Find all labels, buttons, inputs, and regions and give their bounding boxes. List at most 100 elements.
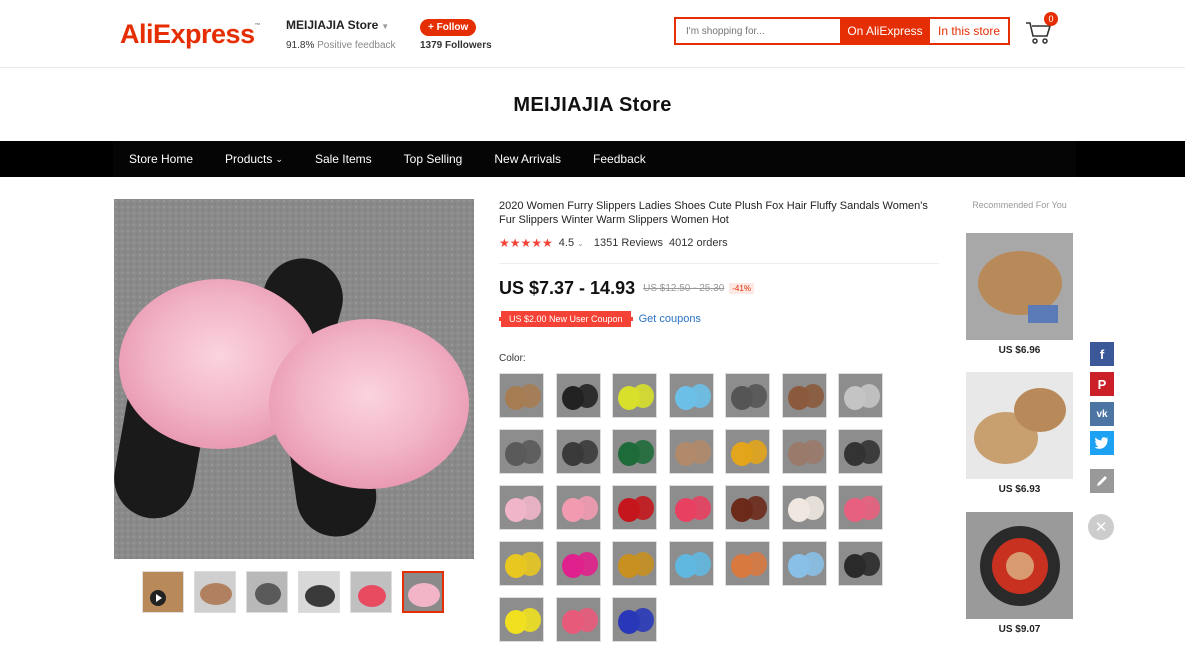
logo-tm: ™ xyxy=(254,23,261,29)
color-swatch[interactable] xyxy=(555,429,601,474)
color-swatch[interactable] xyxy=(668,485,714,530)
feedback-percent: 91.8% xyxy=(286,40,315,51)
color-swatch[interactable] xyxy=(555,373,601,418)
color-swatch[interactable] xyxy=(612,541,657,586)
color-swatch[interactable] xyxy=(838,373,883,418)
coupon-row: US $2.00 New User Coupon Get coupons xyxy=(499,311,939,327)
discount-badge: -41% xyxy=(729,283,754,294)
cart-count-badge: 0 xyxy=(1044,12,1058,26)
play-icon xyxy=(143,572,183,612)
thumbnail-6-selected[interactable] xyxy=(402,571,444,613)
thumbnail-3[interactable] xyxy=(246,571,288,613)
color-swatch[interactable] xyxy=(555,541,601,586)
thumbnail-4[interactable] xyxy=(298,571,340,613)
nav-label: New Arrivals xyxy=(494,152,562,166)
color-swatch[interactable] xyxy=(781,541,827,586)
store-banner: MEIJIAJIA Store xyxy=(0,69,1185,141)
nav-top-selling[interactable]: Top Selling xyxy=(388,141,479,177)
color-swatch[interactable] xyxy=(555,597,601,642)
recommended-image[interactable] xyxy=(966,233,1073,340)
store-feedback: 91.8% Positive feedback xyxy=(286,40,396,51)
original-price: US $12.50 - 25.30 xyxy=(643,283,725,294)
get-coupons-link[interactable]: Get coupons xyxy=(639,313,701,325)
search-input[interactable] xyxy=(676,19,840,43)
followers-count: 1379 Followers xyxy=(420,40,492,51)
thumbnail-5[interactable] xyxy=(350,571,392,613)
color-swatch[interactable] xyxy=(781,373,827,418)
color-swatch[interactable] xyxy=(725,373,770,418)
recommended-item[interactable]: US $6.93 xyxy=(966,372,1073,495)
color-swatch[interactable] xyxy=(668,429,714,474)
color-swatch[interactable] xyxy=(668,541,714,586)
vk-icon: vk xyxy=(1096,408,1108,420)
follow-button[interactable]: + Follow xyxy=(420,19,477,36)
chevron-down-icon: ⌄ xyxy=(577,239,584,248)
store-name: MEIJIAJIA Store xyxy=(286,18,379,32)
color-swatch[interactable] xyxy=(612,597,657,642)
color-swatch[interactable] xyxy=(725,429,770,474)
star-rating-icon: ★★★★★ xyxy=(499,236,553,250)
reviews-count[interactable]: 1351 Reviews xyxy=(594,237,663,249)
product-title: 2020 Women Furry Slippers Ladies Shoes C… xyxy=(499,200,928,226)
nav-products[interactable]: Products ⌄ xyxy=(209,141,299,177)
color-swatch[interactable] xyxy=(838,485,883,530)
nav-label: Store Home xyxy=(129,152,194,166)
color-swatch[interactable] xyxy=(555,485,601,530)
nav-label: Feedback xyxy=(593,152,646,166)
nav-label: Top Selling xyxy=(403,152,463,166)
color-swatch[interactable] xyxy=(725,485,770,530)
color-swatch[interactable] xyxy=(612,429,657,474)
color-swatch[interactable] xyxy=(499,485,544,530)
orders-count: 4012 orders xyxy=(668,237,728,249)
color-swatch[interactable] xyxy=(838,429,883,474)
color-swatch[interactable] xyxy=(612,485,657,530)
nav-feedback[interactable]: Feedback xyxy=(577,141,662,177)
thumbnail-video[interactable] xyxy=(142,571,184,613)
color-swatch[interactable] xyxy=(781,429,827,474)
store-nav-inner: Store Home Products ⌄ Sale Items Top Sell… xyxy=(113,141,1076,177)
aliexpress-logo[interactable]: AliExpress™ xyxy=(120,19,261,50)
nav-new-arrivals[interactable]: New Arrivals xyxy=(478,141,577,177)
cart-button[interactable]: 0 xyxy=(1024,12,1058,46)
color-swatch[interactable] xyxy=(612,373,657,418)
nav-label: Products xyxy=(225,152,273,166)
twitter-icon xyxy=(1094,437,1109,449)
pinterest-icon: P xyxy=(1097,376,1107,392)
search-store-button[interactable]: In this store xyxy=(930,19,1008,43)
color-swatch[interactable] xyxy=(668,373,714,418)
close-icon[interactable]: ✕ xyxy=(1088,514,1114,540)
store-name-link[interactable]: MEIJIAJIA Store ▼ xyxy=(286,18,396,32)
top-header: AliExpress™ MEIJIAJIA Store ▼ 91.8% Posit… xyxy=(0,0,1185,68)
search-box: On AliExpress In this store xyxy=(674,17,1010,45)
nav-store-home[interactable]: Store Home xyxy=(113,141,209,177)
recommended-item[interactable]: US $6.96 xyxy=(966,233,1073,356)
rating-value[interactable]: 4.5 ⌄ xyxy=(559,237,584,249)
vk-share-button[interactable]: vk xyxy=(1090,402,1114,426)
logo-text-express: Express xyxy=(153,19,255,49)
thumbnail-2[interactable] xyxy=(194,571,236,613)
recommended-image[interactable] xyxy=(966,512,1073,619)
edit-button[interactable] xyxy=(1090,469,1114,493)
color-swatch[interactable] xyxy=(499,597,544,642)
twitter-share-button[interactable] xyxy=(1090,431,1114,455)
search-aliexpress-button[interactable]: On AliExpress xyxy=(840,19,930,43)
new-user-coupon[interactable]: US $2.00 New User Coupon xyxy=(499,311,633,327)
facebook-share-button[interactable]: f xyxy=(1090,342,1114,366)
color-swatch[interactable] xyxy=(499,429,544,474)
recommended-title: Recommended For You xyxy=(972,200,1067,210)
current-price: US $7.37 - 14.93 xyxy=(499,278,636,298)
main-product-image[interactable] xyxy=(114,199,474,559)
nav-sale-items[interactable]: Sale Items xyxy=(299,141,388,177)
recommended-item[interactable]: US $9.07 xyxy=(966,512,1073,635)
color-swatch[interactable] xyxy=(725,541,770,586)
rating-number: 4.5 xyxy=(558,237,575,249)
recommended-image[interactable] xyxy=(966,372,1073,479)
color-swatch[interactable] xyxy=(838,541,883,586)
slipper-image xyxy=(114,199,474,559)
color-swatch[interactable] xyxy=(781,485,827,530)
follow-block: + Follow 1379 Followers xyxy=(420,17,492,51)
color-swatch[interactable] xyxy=(499,541,544,586)
store-navbar: Store Home Products ⌄ Sale Items Top Sell… xyxy=(0,141,1185,177)
pinterest-share-button[interactable]: P xyxy=(1090,372,1114,396)
color-swatch[interactable] xyxy=(499,373,544,418)
